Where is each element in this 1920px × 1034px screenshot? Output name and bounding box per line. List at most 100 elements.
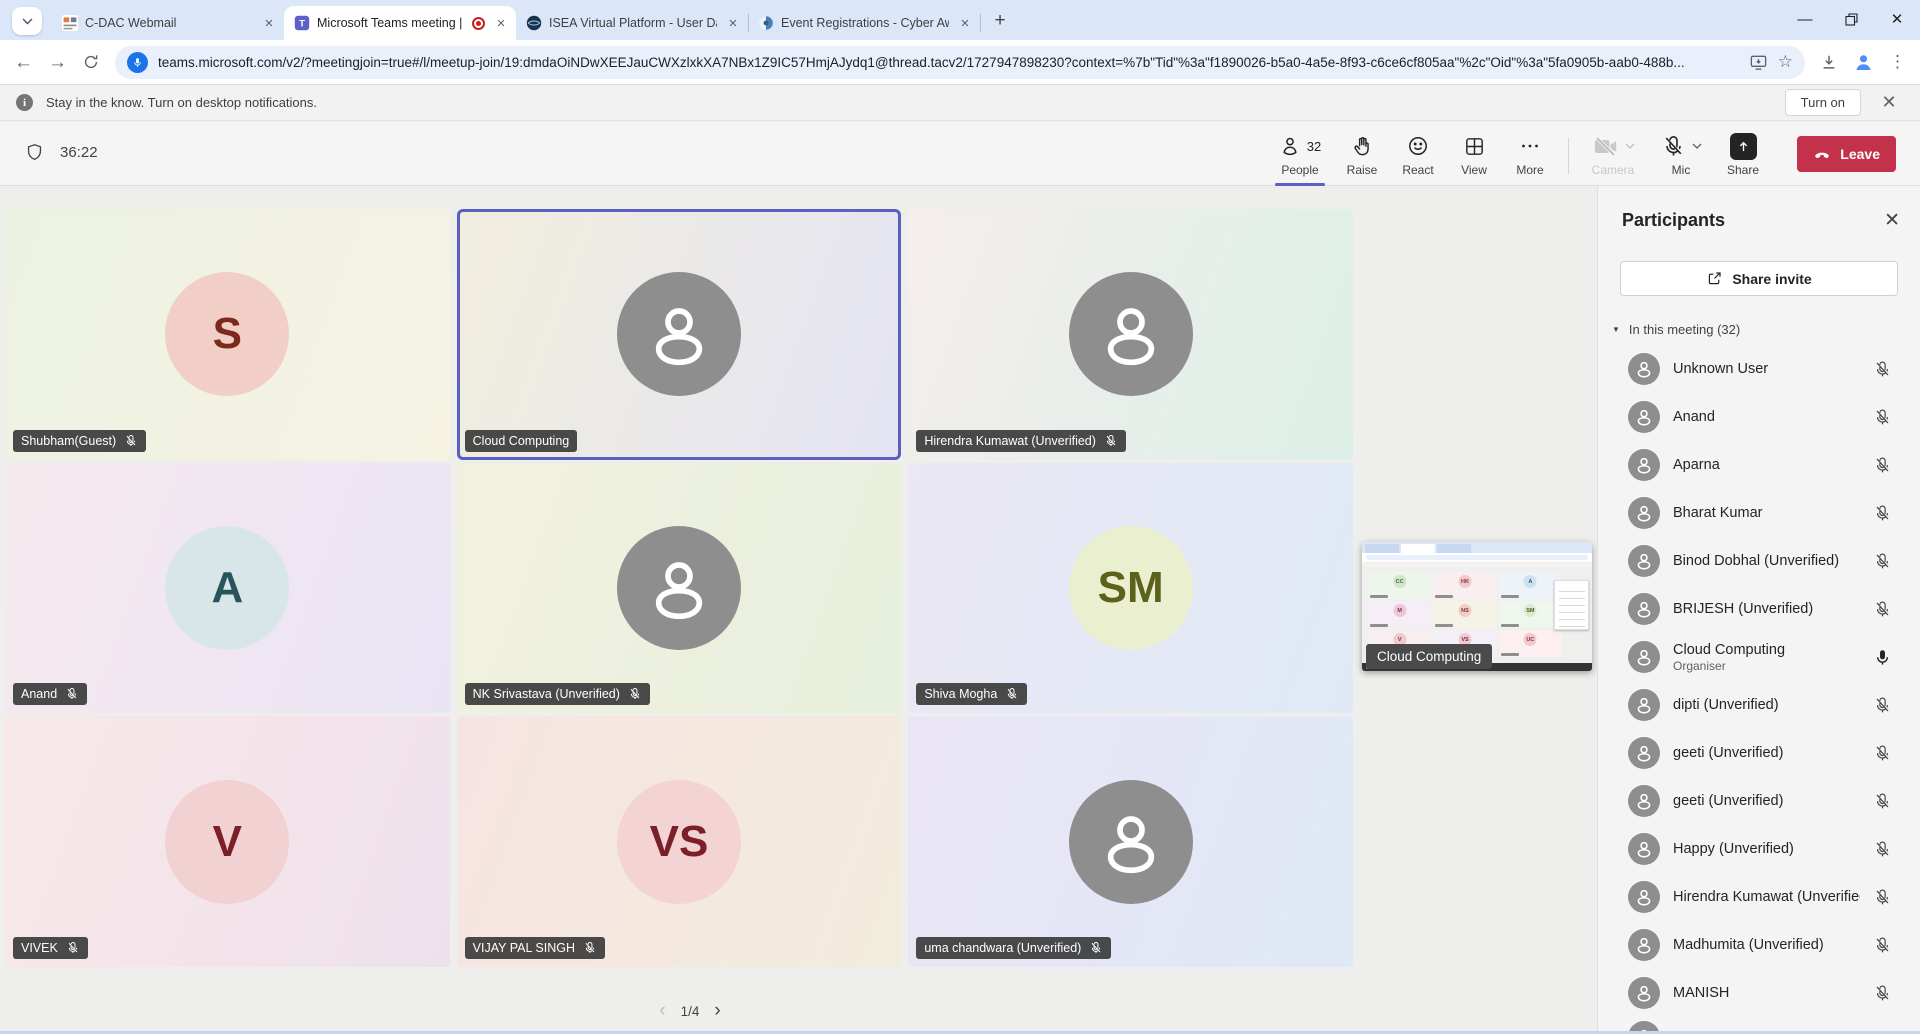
people-button[interactable]: 32 People	[1266, 126, 1334, 186]
video-tile[interactable]: VS VIJAY PAL SINGH	[457, 716, 902, 967]
participant-row[interactable]: dipti (Unverified)	[1598, 681, 1920, 729]
react-button[interactable]: React	[1390, 126, 1446, 186]
video-tile[interactable]: Cloud Computing	[457, 209, 902, 460]
bookmark-star-icon[interactable]: ☆	[1778, 52, 1793, 72]
participant-mic-icon[interactable]	[1873, 456, 1892, 475]
url-text[interactable]: teams.microsoft.com/v2/?meetingjoin=true…	[158, 55, 1739, 70]
in-meeting-section-header[interactable]: ▼ In this meeting (32)	[1612, 322, 1920, 337]
share-button[interactable]: Share	[1715, 126, 1771, 186]
panel-header: Participants ✕	[1598, 186, 1920, 241]
participant-mic-icon[interactable]	[1873, 408, 1892, 427]
browser-tab-teams-meeting[interactable]: T Microsoft Teams meeting | ×	[284, 6, 516, 40]
install-app-icon[interactable]	[1749, 53, 1768, 72]
page-indicator: 1/4	[681, 1004, 700, 1019]
tab-search-button[interactable]	[12, 7, 42, 35]
url-bar[interactable]: teams.microsoft.com/v2/?meetingjoin=true…	[115, 46, 1805, 79]
participant-row[interactable]: Unknown User	[1598, 345, 1920, 393]
view-grid-icon	[1463, 135, 1486, 158]
participant-row[interactable]: Hirendra Kumawat (Unverified)	[1598, 873, 1920, 921]
participant-name: geeti (Unverified)	[1673, 793, 1860, 809]
participant-row[interactable]: Happy (Unverified)	[1598, 825, 1920, 873]
turn-on-button[interactable]: Turn on	[1785, 89, 1861, 116]
participant-mic-icon[interactable]	[1873, 552, 1892, 571]
participants-panel: Participants ✕ Share invite ▼ In this me…	[1597, 186, 1920, 1034]
video-grid: S Shubham(Guest)	[5, 209, 1353, 967]
participant-row[interactable]: MANISH	[1598, 969, 1920, 1017]
preview-tile: CC	[1368, 572, 1431, 599]
participant-mic-icon[interactable]	[1873, 888, 1892, 907]
preview-name-bar	[1370, 624, 1388, 627]
share-invite-button[interactable]: Share invite	[1620, 261, 1898, 296]
share-invite-label: Share invite	[1732, 271, 1811, 287]
participant-mic-icon[interactable]	[1873, 984, 1892, 1003]
participant-avatar-icon	[1628, 689, 1660, 721]
tab-close-icon[interactable]: ×	[724, 14, 742, 32]
video-tile[interactable]: SM Shiva Mogha	[908, 463, 1353, 714]
browser-menu-icon[interactable]: ⋮	[1889, 52, 1906, 72]
browser-tab-cdac-webmail[interactable]: C-DAC Webmail ×	[52, 6, 284, 40]
panel-close-icon[interactable]: ✕	[1884, 211, 1900, 230]
forward-button[interactable]: →	[48, 53, 67, 72]
tab-close-icon[interactable]: ×	[492, 14, 510, 32]
participant-mic-icon[interactable]	[1873, 744, 1892, 763]
participant-mic-icon[interactable]	[1873, 504, 1892, 523]
browser-tab-isea-platform[interactable]: ISEA Virtual Platform - User Das ×	[516, 6, 748, 40]
video-tile[interactable]: NK Srivastava (Unverified)	[457, 463, 902, 714]
participant-row[interactable]: Anand	[1598, 393, 1920, 441]
mic-in-use-badge-icon[interactable]	[127, 52, 148, 73]
window-minimize-button[interactable]: —	[1782, 0, 1828, 38]
browser-tab-strip: C-DAC Webmail × T Microsoft Teams meetin…	[0, 0, 1920, 40]
back-button[interactable]: ←	[14, 53, 33, 72]
participant-mic-icon[interactable]	[1873, 696, 1892, 715]
video-tile[interactable]: Hirendra Kumawat (Unverified)	[908, 209, 1353, 460]
camera-button[interactable]: Camera	[1579, 126, 1647, 186]
participant-mic-icon[interactable]	[1873, 360, 1892, 379]
downloads-icon[interactable]	[1820, 53, 1838, 71]
participant-row[interactable]: Binod Dobhal (Unverified)	[1598, 537, 1920, 585]
participant-mic-icon[interactable]	[1873, 840, 1892, 859]
page-next-icon[interactable]: ›	[714, 1000, 720, 1022]
tab-close-icon[interactable]: ×	[956, 14, 974, 32]
participant-row[interactable]: Bharat Kumar	[1598, 489, 1920, 537]
mic-button[interactable]: Mic	[1647, 126, 1715, 186]
participant-row[interactable]: Cloud Computing Organiser	[1598, 633, 1920, 681]
view-button[interactable]: View	[1446, 126, 1502, 186]
participant-row[interactable]: BRIJESH (Unverified)	[1598, 585, 1920, 633]
participant-mic-icon[interactable]	[1873, 600, 1892, 619]
participant-mic-icon[interactable]	[1873, 936, 1892, 955]
camera-chevron-icon[interactable]	[1625, 143, 1635, 149]
reload-icon	[82, 53, 100, 71]
raise-hand-button[interactable]: Raise	[1334, 126, 1390, 186]
participant-mic-icon[interactable]	[1873, 648, 1892, 667]
participant-row[interactable]: Aparna	[1598, 441, 1920, 489]
participant-avatar-icon	[1628, 881, 1660, 913]
participant-row[interactable]: Madhumita (Unverified)	[1598, 921, 1920, 969]
profile-avatar-icon[interactable]	[1853, 52, 1874, 73]
new-tab-button[interactable]: +	[986, 7, 1014, 35]
shield-icon	[24, 142, 45, 163]
more-label: More	[1516, 163, 1543, 177]
browser-tab-event-registrations[interactable]: Event Registrations - Cyber Awa ×	[748, 6, 980, 40]
video-tile[interactable]: V VIVEK	[5, 716, 450, 967]
more-button[interactable]: More	[1502, 126, 1558, 186]
video-tile[interactable]: uma chandwara (Unverified)	[908, 716, 1353, 967]
preview-avatar: SM	[1524, 604, 1537, 617]
avatar-initials: SM	[1069, 526, 1193, 650]
window-close-button[interactable]: ✕	[1874, 0, 1920, 38]
participant-row[interactable]: geeti (Unverified)	[1598, 777, 1920, 825]
preview-name-bar	[1501, 653, 1519, 656]
video-tile[interactable]: A Anand	[5, 463, 450, 714]
video-tile[interactable]: S Shubham(Guest)	[5, 209, 450, 460]
page-previous-icon[interactable]: ‹	[659, 1000, 665, 1022]
tab-close-icon[interactable]: ×	[260, 14, 278, 32]
mic-chevron-icon[interactable]	[1692, 143, 1702, 149]
reload-button[interactable]	[82, 53, 100, 71]
leave-button[interactable]: Leave	[1797, 136, 1896, 172]
participant-mic-icon[interactable]	[1873, 792, 1892, 811]
isea-favicon-icon	[526, 15, 542, 31]
teams-favicon-icon: T	[294, 15, 310, 31]
notification-close-icon[interactable]: ✕	[1874, 92, 1904, 113]
participant-row[interactable]: geeti (Unverified)	[1598, 729, 1920, 777]
tile-name-label: Shubham(Guest)	[13, 430, 146, 452]
window-restore-button[interactable]	[1828, 0, 1874, 38]
